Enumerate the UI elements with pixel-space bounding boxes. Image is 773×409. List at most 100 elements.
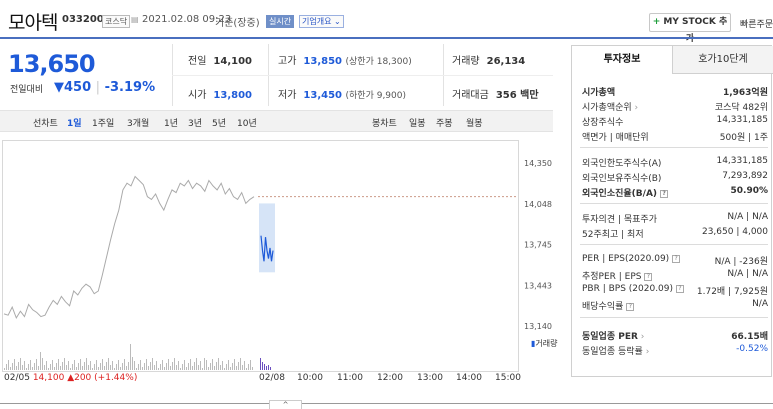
volume-bar: [180, 368, 181, 370]
today-volume-bar: [264, 364, 265, 370]
panel-divider: [580, 244, 768, 245]
volume-bar: [28, 364, 29, 370]
panel-divider: [580, 203, 768, 204]
tab-1day[interactable]: 1일: [67, 116, 82, 129]
volume-bar: [20, 358, 21, 370]
volume-bar: [72, 364, 73, 370]
y-tick-label: 13,443: [524, 281, 552, 290]
shares-row: 상장주식수 14,331,185: [582, 115, 768, 128]
volume-bar: [182, 364, 183, 370]
chevron-right-icon: ›: [637, 332, 645, 342]
market-badge: 코스닥: [102, 15, 131, 28]
prev-close-value: 14,100: [213, 56, 252, 67]
volume-bar: [212, 359, 213, 370]
tab-5year[interactable]: 5년: [212, 116, 226, 129]
foreign-hold-label: 외국인보유주식수(B): [582, 174, 662, 184]
volume-bar: [128, 362, 129, 370]
tab-weekly[interactable]: 주봉: [436, 116, 453, 129]
volume-bar: [82, 366, 83, 370]
today-volume-bar: [266, 366, 267, 370]
y-tick-label: 13,745: [524, 241, 552, 250]
cap-rank-label[interactable]: 시가총액순위: [582, 103, 632, 113]
volume-bar: [168, 359, 169, 370]
volume-bar: [242, 365, 243, 370]
volume-bar: [90, 361, 91, 370]
range52-label: 52주최고 | 최저: [582, 230, 644, 240]
volume-bar: [222, 361, 223, 370]
volume-bar: [56, 363, 57, 370]
volume-bar: [88, 365, 89, 370]
realtime-badge[interactable]: 실시간: [266, 15, 295, 28]
volume-bar: [30, 360, 31, 370]
volume-bar: [124, 359, 125, 370]
sector-rate-label[interactable]: 동일업종 등락률: [582, 347, 643, 357]
volume-bar: [110, 365, 111, 370]
volume-bar: [158, 368, 159, 370]
volume-bar: [204, 358, 205, 370]
tab-3year[interactable]: 3년: [188, 116, 202, 129]
quote-row-divider: [172, 75, 553, 76]
help-icon[interactable]: ?: [644, 272, 653, 281]
add-my-stock-button[interactable]: + MY STOCK 추가: [649, 13, 731, 44]
volume-bar: [14, 359, 15, 370]
add-my-stock-label: MY STOCK 추가: [663, 17, 728, 44]
tab-10year[interactable]: 10년: [237, 116, 257, 129]
volume-bar: [246, 368, 247, 370]
volume-bar: [76, 367, 77, 370]
tab-order-book[interactable]: 호가10단계: [672, 46, 773, 74]
volume-legend: ▮거래량: [531, 338, 558, 349]
tab-1year[interactable]: 1년: [164, 116, 178, 129]
volume-bar: [206, 360, 207, 370]
volume-bar: [66, 365, 67, 370]
volume-label: 거래량: [452, 56, 480, 67]
low-label: 저가: [278, 90, 297, 101]
panel-divider: [580, 147, 768, 148]
volume-bar: [220, 365, 221, 370]
sector-per-row: 동일업종 PER › 66.15배: [582, 329, 768, 342]
current-price: 13,650: [8, 50, 96, 78]
upper-limit: (상한가 18,300): [345, 57, 412, 67]
sector-per-label[interactable]: 동일업종 PER: [582, 332, 638, 342]
volume-bar: [4, 368, 5, 370]
foreign-limit-label: 외국인한도주식수(A): [582, 159, 662, 169]
volume-bar: [120, 367, 121, 370]
help-icon[interactable]: ?: [672, 254, 681, 263]
prev-day-change: ▲200: [67, 373, 92, 383]
x-tick-label: 11:00: [337, 373, 363, 383]
collapse-handle[interactable]: ^: [269, 400, 302, 409]
help-icon[interactable]: ?: [675, 284, 684, 293]
volume-bar: [162, 360, 163, 370]
tab-daily[interactable]: 일봉: [409, 116, 426, 129]
volume-bar: [234, 359, 235, 370]
volume-bar: [178, 361, 179, 370]
quick-order-link[interactable]: 빠른주문: [740, 17, 773, 30]
cap-rank-value: 코스닥 482위: [714, 103, 768, 113]
volume-bar: [32, 367, 33, 370]
tab-invest-info[interactable]: 투자정보: [572, 46, 672, 74]
company-overview-button[interactable]: 기업개요 ⌄: [299, 15, 344, 28]
chevron-down-icon: ⌄: [334, 17, 341, 26]
quote-basis: 기준(장중): [215, 18, 260, 29]
volume-bar: [54, 367, 55, 370]
tab-monthly[interactable]: 월봉: [466, 116, 483, 129]
help-icon[interactable]: ?: [660, 189, 669, 198]
market-cap-label: 시가총액: [582, 88, 616, 98]
volume-bar: [152, 358, 153, 370]
help-icon[interactable]: ?: [626, 302, 635, 311]
foreign-limit-row: 외국인한도주식수(A) 14,331,185: [582, 156, 768, 169]
today-volume-bar: [260, 358, 261, 370]
opinion-value: N/A | N/A: [727, 212, 768, 222]
tab-1week[interactable]: 1주일: [92, 116, 114, 129]
investment-info-panel: 투자정보 호가10단계 시가총액 1,963억원 시가총액순위 › 코스닥 482위…: [571, 45, 773, 377]
change-amount: 450: [64, 80, 92, 95]
volume-bar: [38, 366, 39, 370]
volume-bar: [122, 363, 123, 370]
volume-bar: [132, 357, 133, 370]
foreign-ratio-label: 외국인소진율(B/A): [582, 189, 658, 199]
tab-3month[interactable]: 3개월: [127, 116, 149, 129]
per-label: PER | EPS(2020.09): [582, 254, 670, 264]
volume-bar: [156, 361, 157, 370]
foreign-hold-value: 7,293,892: [722, 171, 768, 181]
chevron-right-icon: ›: [631, 103, 639, 113]
volume-bar: [116, 364, 117, 370]
